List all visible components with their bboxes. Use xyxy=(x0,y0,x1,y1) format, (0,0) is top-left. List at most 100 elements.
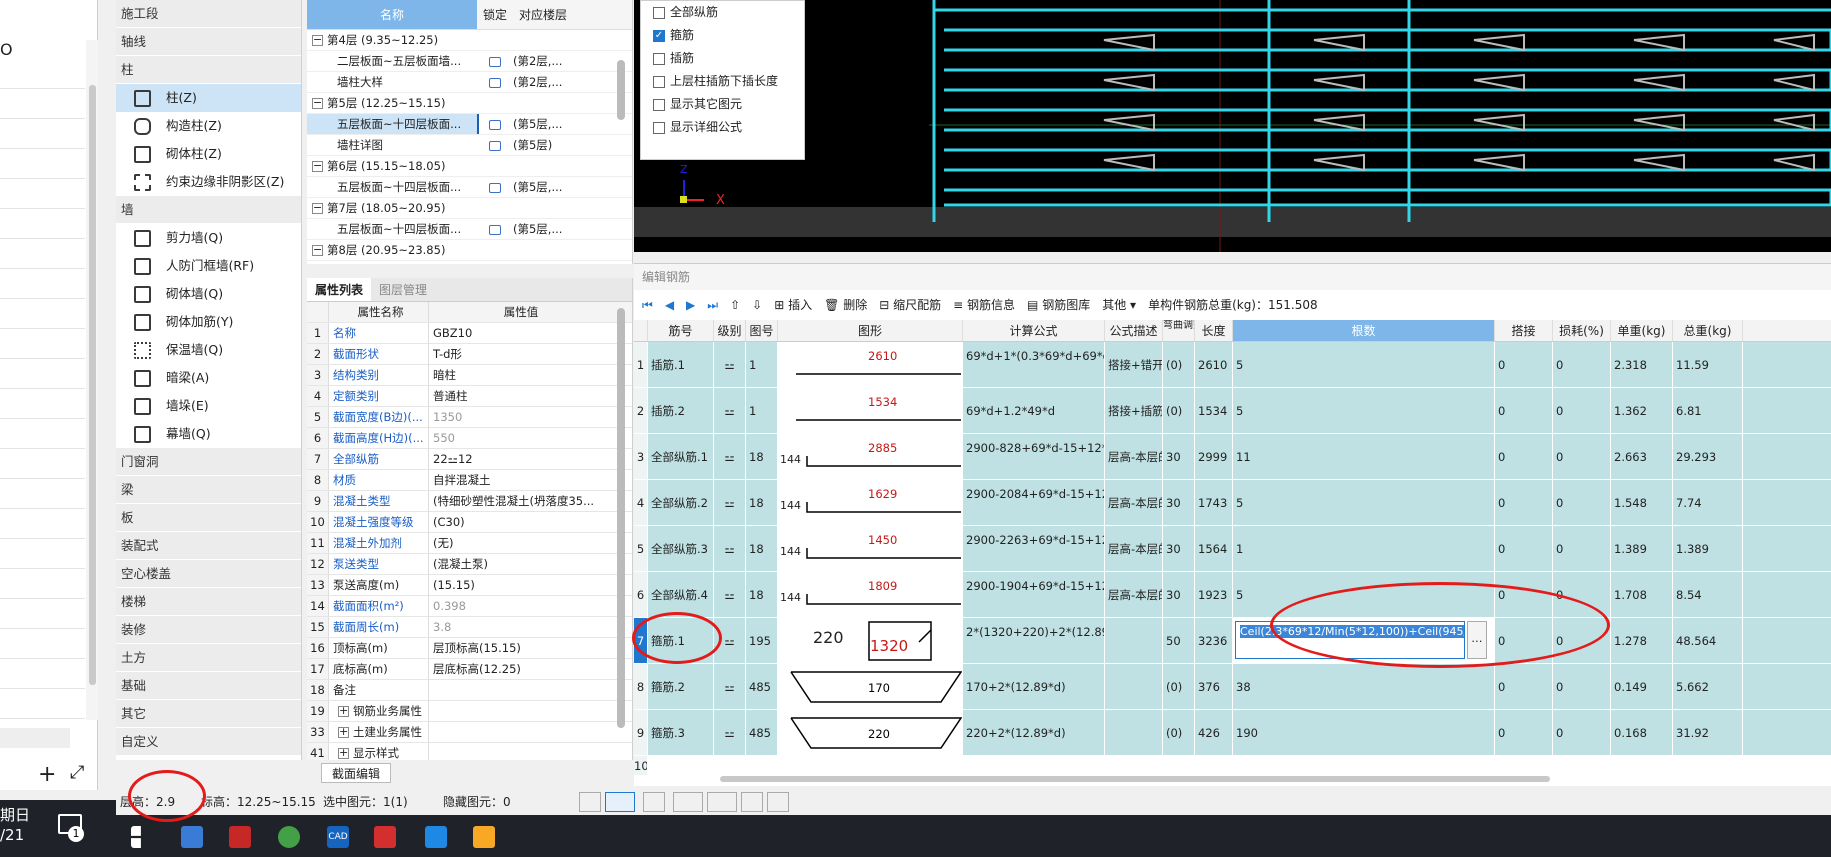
rebar-cell-fig[interactable]: 1 xyxy=(746,342,778,387)
next-icon[interactable]: ▶ xyxy=(686,290,695,320)
rebar-header-cell[interactable]: 筋号 xyxy=(648,320,714,341)
property-row[interactable]: 17 底标高(m) 层底标高(12.25) xyxy=(307,659,632,680)
header-layer[interactable]: 对应楼层 xyxy=(513,0,573,29)
property-row[interactable]: 18 备注 xyxy=(307,680,632,701)
property-row[interactable]: 9 混凝土类型 (特细砂塑性混凝土(坍落度35... xyxy=(307,491,632,512)
last-icon[interactable]: ⏭ xyxy=(707,290,718,320)
rebar-cell-grade[interactable]: ⚍ xyxy=(714,664,746,709)
collapse-icon[interactable]: − xyxy=(312,97,323,109)
rebar-cell-bend[interactable]: 30 xyxy=(1163,434,1195,479)
properties-scrollbar[interactable] xyxy=(617,308,625,728)
rebar-cell-total[interactable]: 48.564 xyxy=(1673,618,1743,663)
rebar-row[interactable]: 3 全部纵筋.1 ⚍ 18 144 2885 2900-828+69*d-15+12*d 层高… xyxy=(634,434,1831,480)
floor-item-row[interactable]: 五层板面~十四层板面... (第5层,... xyxy=(307,177,632,198)
property-value[interactable]: (特细砂塑性混凝土(坍落度35... xyxy=(429,491,609,511)
rebar-cell-grade[interactable]: ⚍ xyxy=(714,342,746,387)
select-box-icon[interactable] xyxy=(605,792,636,812)
tab-layer-management[interactable]: 图层管理 xyxy=(371,278,435,301)
rebar-grid-hscroll[interactable] xyxy=(720,776,1550,782)
category-other[interactable]: 其它 xyxy=(116,700,301,728)
property-value[interactable]: 层顶标高(15.15) xyxy=(429,638,609,658)
tree-item-wall-pier[interactable]: 墙垛(E) xyxy=(116,392,301,420)
category-hollow-floor[interactable]: 空心楼盖 xyxy=(116,560,301,588)
option-checkbox[interactable] xyxy=(653,121,665,134)
rebar-cell-desc[interactable] xyxy=(1105,618,1163,663)
property-row[interactable]: 12 泵送类型 (混凝土泵) xyxy=(307,554,632,575)
tree-item-masonry-column[interactable]: 砌体柱(Z) xyxy=(116,140,301,168)
collapse-icon[interactable]: − xyxy=(312,34,323,46)
rebar-cell-lap[interactable]: 0 xyxy=(1495,342,1553,387)
rebar-row[interactable]: 9 箍筋.3 ⚍ 485 220 220+2*(12.89*d) (0) 426 190 0 0 0.… xyxy=(634,710,1831,756)
insert-button[interactable]: ⊞ 插入 xyxy=(774,290,812,320)
rebar-cell-count[interactable]: 38 xyxy=(1233,664,1495,709)
rebar-shape-cell[interactable]: 170 xyxy=(778,664,963,709)
floor-item-row[interactable]: 墙柱大样 (第2层,... xyxy=(307,72,632,93)
property-row[interactable]: 2 截面形状 T-d形 xyxy=(307,344,632,365)
property-value[interactable]: (15.15) xyxy=(429,575,609,595)
option-row[interactable]: 显示详细公式 xyxy=(641,116,804,139)
property-value[interactable]: 层底标高(12.25) xyxy=(429,659,609,679)
rebar-cell-unit[interactable]: 1.389 xyxy=(1611,526,1673,571)
expand-icon[interactable]: + xyxy=(338,726,349,738)
rebar-cell-unit[interactable]: 1.548 xyxy=(1611,480,1673,525)
rebar-cell-bend[interactable]: 30 xyxy=(1163,526,1195,571)
rebar-row[interactable]: 10 xyxy=(634,756,1831,776)
rebar-cell-name[interactable]: 全部纵筋.4 xyxy=(648,572,714,617)
rebar-cell-bend[interactable]: 30 xyxy=(1163,572,1195,617)
rebar-cell-total[interactable]: 11.59 xyxy=(1673,342,1743,387)
rebar-shape-cell[interactable]: 220 1320 xyxy=(778,618,963,663)
rebar-header-cell[interactable]: 根数 xyxy=(1233,320,1495,341)
rebar-cell-fig[interactable]: 18 xyxy=(746,572,778,617)
rebar-cell-lap[interactable] xyxy=(1495,756,1553,775)
move-up-icon[interactable]: ⇧ xyxy=(730,290,740,320)
rebar-row[interactable]: 4全部纵筋.2⚍18144 1629 2900-2084+69*d-15+12*d层… xyxy=(634,480,1831,526)
property-value[interactable]: 22⚍12 xyxy=(429,449,609,469)
rebar-row[interactable]: 5全部纵筋.3⚍18144 1450 2900-2263+69*d-15+12*d层… xyxy=(634,526,1831,572)
rebar-cell-fig[interactable]: 485 xyxy=(746,664,778,709)
rebar-cell-name[interactable] xyxy=(648,756,714,775)
rebar-cell-lap[interactable]: 0 xyxy=(1495,710,1553,755)
rebar-cell-fig[interactable]: 18 xyxy=(746,480,778,525)
rebar-cell-loss[interactable]: 0 xyxy=(1553,434,1611,479)
rebar-cell-formula[interactable]: 170+2*(12.89*d) xyxy=(963,664,1105,709)
property-value[interactable] xyxy=(429,722,609,742)
property-value[interactable]: 自拌混凝土 xyxy=(429,470,609,490)
rebar-cell-formula[interactable]: 2900-2263+69*d-15+12*d xyxy=(963,526,1105,571)
category-wall[interactable]: 墙 xyxy=(116,196,301,224)
rebar-row[interactable]: 7箍筋.1⚍19522013202*(1320+220)+2*(12.89*d)… xyxy=(634,618,1831,664)
rebar-cell-grade[interactable] xyxy=(714,756,746,775)
rebar-cell-lap[interactable]: 0 xyxy=(1495,480,1553,525)
property-value[interactable]: T-d形 xyxy=(429,344,609,364)
property-row[interactable]: 33 + 土建业务属性 xyxy=(307,722,632,743)
category-foundation[interactable]: 基础 xyxy=(116,672,301,700)
lock-icon[interactable] xyxy=(489,77,501,88)
category-door-window[interactable]: 门窗洞 xyxy=(116,448,301,476)
property-row[interactable]: 13 泵送高度(m) (15.15) xyxy=(307,575,632,596)
other-menu[interactable]: 其他 ▾ xyxy=(1102,290,1136,320)
cross-icon[interactable] xyxy=(643,792,666,812)
property-value[interactable]: (无) xyxy=(429,533,609,553)
rebar-cell-grade[interactable]: ⚍ xyxy=(714,572,746,617)
file-explorer-icon[interactable] xyxy=(473,826,495,848)
rebar-cell-total[interactable] xyxy=(1673,756,1743,775)
floor-group-row[interactable]: − 第4层 (9.35~12.25) xyxy=(307,30,632,51)
rebar-cell-loss[interactable]: 0 xyxy=(1553,342,1611,387)
rebar-cell-lap[interactable]: 0 xyxy=(1495,388,1553,433)
rebar-cell-desc[interactable]: 搭接+插筋锚固长度 xyxy=(1105,388,1163,433)
rebar-cell-fig[interactable]: 18 xyxy=(746,434,778,479)
rebar-cell-fig[interactable] xyxy=(746,756,778,775)
rebar-shape-cell[interactable]: 1534 xyxy=(778,388,963,433)
angle-icon[interactable] xyxy=(673,792,704,812)
property-value[interactable] xyxy=(429,701,609,721)
rebar-header-cell[interactable]: 总重(kg) xyxy=(1673,320,1743,341)
property-value[interactable]: 普通柱 xyxy=(429,386,609,406)
calculator-icon[interactable] xyxy=(181,826,203,848)
rebar-cell-total[interactable]: 31.92 xyxy=(1673,710,1743,755)
rebar-cell-len[interactable]: 376 xyxy=(1195,664,1233,709)
rebar-cell-unit[interactable]: 1.278 xyxy=(1611,618,1673,663)
category-decoration[interactable]: 装修 xyxy=(116,616,301,644)
floor-item-row[interactable]: 二层板面~五层板面墙... (第2层,... xyxy=(307,51,632,72)
rebar-cell-count[interactable]: 11 xyxy=(1233,434,1495,479)
rebar-cell-bend[interactable]: (0) xyxy=(1163,342,1195,387)
section-edit-button[interactable]: 截面编辑 xyxy=(321,763,392,783)
